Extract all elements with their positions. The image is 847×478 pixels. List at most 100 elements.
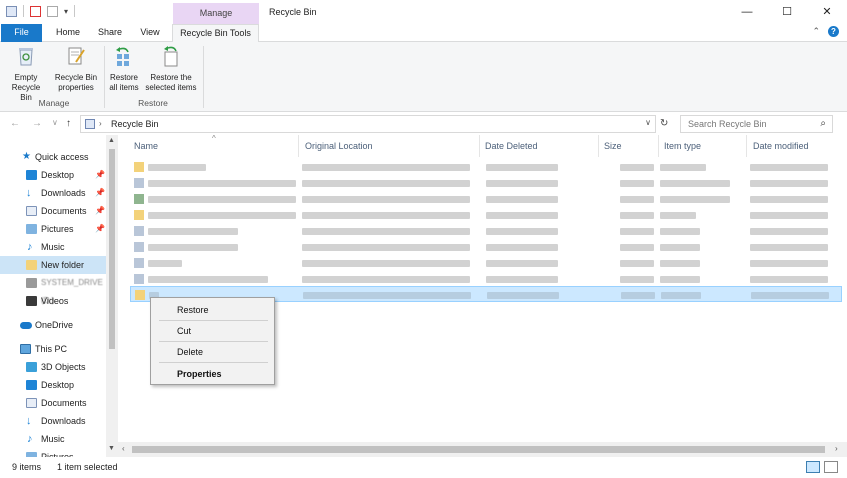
recent-locations-chevron-icon[interactable]: ∨: [52, 118, 58, 127]
restore-selected-items-button[interactable]: Restore the selected items: [142, 44, 200, 93]
obscured-text: [660, 164, 706, 171]
column-divider[interactable]: [598, 135, 599, 157]
manage-context-tab[interactable]: Manage: [173, 3, 259, 24]
scroll-down-icon[interactable]: ▼: [108, 445, 115, 452]
list-item[interactable]: [130, 191, 842, 207]
list-item[interactable]: [130, 255, 842, 271]
horizontal-scrollbar[interactable]: ‹ ›: [118, 442, 847, 457]
empty-recycle-bin-button[interactable]: Empty Recycle Bin: [6, 44, 46, 103]
column-date-modified[interactable]: Date modified: [753, 141, 809, 151]
close-button[interactable]: ✕: [807, 0, 847, 24]
sidebar-item-label: Documents: [41, 206, 87, 216]
list-item[interactable]: [130, 175, 842, 191]
videos-icon: [26, 296, 37, 306]
sidebar-item-label: Music: [41, 242, 65, 252]
sidebar-item-pictures[interactable]: Pictures 📌: [0, 220, 106, 238]
list-item[interactable]: [130, 207, 842, 223]
scroll-right-icon[interactable]: ›: [835, 444, 838, 453]
column-divider[interactable]: [298, 135, 299, 157]
file-icon: [134, 242, 144, 252]
sidebar-item-obscured-drive[interactable]: SYSTEM_DRIVE (D:): [0, 274, 106, 305]
sidebar-item-downloads-pc[interactable]: ↓ Downloads: [0, 412, 106, 430]
obscured-text: [620, 196, 654, 203]
list-item[interactable]: [130, 239, 842, 255]
pin-icon[interactable]: 📌: [95, 184, 105, 202]
details-view-icon[interactable]: [806, 461, 820, 473]
new-folder-icon[interactable]: [47, 5, 58, 17]
breadcrumb[interactable]: Recycle Bin: [111, 119, 159, 129]
manage-group-label: Manage: [38, 98, 70, 108]
breadcrumb-chevron-icon[interactable]: ›: [99, 119, 102, 128]
up-arrow-icon[interactable]: ↑: [66, 118, 71, 129]
tab-share[interactable]: Share: [92, 24, 128, 42]
tab-file[interactable]: File: [1, 24, 42, 42]
pin-icon[interactable]: 📌: [95, 202, 105, 220]
restore-all-items-button[interactable]: Restore all items: [106, 44, 142, 93]
collapse-ribbon-icon[interactable]: ⌃: [812, 26, 820, 37]
scroll-up-icon[interactable]: ▲: [108, 137, 115, 144]
drive-icon: [26, 278, 37, 288]
help-icon[interactable]: ?: [828, 26, 839, 37]
column-name[interactable]: Name: [134, 141, 158, 151]
recycle-bin-properties-button[interactable]: Recycle Bin properties: [52, 44, 100, 93]
sidebar-item-documents-pc[interactable]: Documents: [0, 394, 106, 412]
scrollbar-thumb[interactable]: [109, 149, 115, 349]
obscured-text: [486, 180, 558, 187]
sidebar-item-3d-objects[interactable]: 3D Objects: [0, 358, 106, 376]
tab-recycle-bin-tools[interactable]: Recycle Bin Tools: [172, 24, 259, 43]
obscured-text: [750, 276, 828, 283]
sidebar-item-music[interactable]: ♪ Music: [0, 238, 106, 256]
menu-item-properties[interactable]: Properties: [151, 364, 274, 384]
sidebar-item-documents[interactable]: Documents 📌: [0, 202, 106, 220]
tab-view[interactable]: View: [134, 24, 166, 42]
minimize-button[interactable]: —: [727, 0, 767, 24]
sidebar-item-onedrive[interactable]: OneDrive: [0, 316, 106, 334]
toolbar-divider: [23, 5, 24, 17]
navigation-scrollbar[interactable]: ▲ ▼: [106, 135, 118, 457]
refresh-icon[interactable]: ↻: [660, 118, 668, 129]
sidebar-item-desktop[interactable]: Desktop 📌: [0, 166, 106, 184]
list-item[interactable]: [130, 271, 842, 287]
column-size[interactable]: Size: [604, 141, 622, 151]
column-divider[interactable]: [479, 135, 480, 157]
large-icons-view-icon[interactable]: [824, 461, 838, 473]
scroll-left-icon[interactable]: ‹: [122, 444, 125, 453]
search-icon[interactable]: ⌕: [820, 118, 826, 129]
sidebar-item-label: Quick access: [35, 152, 89, 162]
file-icon: [134, 194, 144, 204]
sidebar-item-downloads[interactable]: ↓ Downloads 📌: [0, 184, 106, 202]
column-date-deleted[interactable]: Date Deleted: [485, 141, 538, 151]
music-note-icon: ♪: [27, 433, 33, 445]
column-item-type[interactable]: Item type: [664, 141, 701, 151]
navigation-pane: ★ Quick access Desktop 📌 ↓ Downloads 📌 D…: [0, 135, 118, 457]
sidebar-item-desktop-pc[interactable]: Desktop: [0, 376, 106, 394]
pin-icon[interactable]: 📌: [95, 166, 105, 184]
back-arrow-icon[interactable]: ←: [10, 118, 20, 129]
forward-arrow-icon[interactable]: →: [32, 118, 42, 129]
sidebar-item-quick-access[interactable]: ★ Quick access: [0, 148, 106, 166]
tab-home[interactable]: Home: [48, 24, 88, 42]
search-input[interactable]: Search Recycle Bin ⌕: [680, 115, 833, 133]
customize-toolbar-dropdown-icon[interactable]: ▾: [64, 7, 68, 16]
column-divider[interactable]: [658, 135, 659, 157]
list-item[interactable]: [130, 223, 842, 239]
properties-checkmark-icon[interactable]: [30, 5, 41, 17]
list-item[interactable]: [130, 159, 842, 175]
menu-item-cut[interactable]: Cut: [151, 321, 274, 341]
sidebar-item-music-pc[interactable]: ♪ Music: [0, 430, 106, 448]
menu-item-delete[interactable]: Delete: [151, 342, 274, 362]
menu-item-restore[interactable]: Restore: [151, 300, 274, 320]
obscured-text: [148, 244, 238, 251]
address-bar[interactable]: › Recycle Bin ∨: [80, 115, 656, 133]
column-divider[interactable]: [746, 135, 747, 157]
sidebar-item-videos[interactable]: Videos: [0, 292, 106, 310]
sidebar-item-pictures-pc[interactable]: Pictures: [0, 448, 106, 457]
address-dropdown-icon[interactable]: ∨: [645, 118, 651, 127]
pin-icon[interactable]: 📌: [95, 220, 105, 238]
scrollbar-thumb[interactable]: [132, 446, 825, 453]
sidebar-item-new-folder[interactable]: New folder: [0, 256, 106, 274]
column-original-location[interactable]: Original Location: [305, 141, 373, 151]
file-icon: [134, 258, 144, 268]
maximize-button[interactable]: ☐: [767, 0, 807, 24]
sidebar-item-this-pc[interactable]: This PC: [0, 340, 106, 358]
